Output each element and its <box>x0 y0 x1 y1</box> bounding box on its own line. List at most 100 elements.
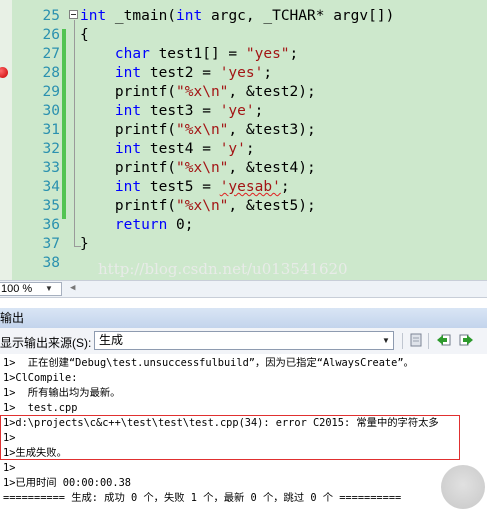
keyword-token: int <box>114 141 142 157</box>
code-token: printf( <box>80 198 177 214</box>
code-token: ; <box>245 141 255 157</box>
code-token: printf( <box>80 122 177 138</box>
output-line: 1>已用时间 00:00:00.38 <box>3 477 131 489</box>
code-token: , &test2); <box>228 84 316 100</box>
literal-token: "%x\n" <box>176 122 229 138</box>
code-token: ; <box>263 65 273 81</box>
next-message-icon[interactable] <box>458 332 474 348</box>
output-line: ========== 生成: 成功 0 个，失败 1 个，最新 0 个，跳过 0… <box>3 492 402 504</box>
code-line[interactable]: int test3 = 'ye'; <box>80 102 263 121</box>
code-token: _tmain( <box>106 8 177 24</box>
line-number: 31 <box>42 122 60 138</box>
changed-lines-indicator <box>62 29 66 219</box>
output-toolbar: 显示输出来源(S): 生成 ▼ <box>0 328 487 355</box>
line-number: 37 <box>42 236 60 252</box>
code-token: test4 = <box>141 141 220 157</box>
chevron-down-icon[interactable]: ▼ <box>45 283 53 295</box>
code-line[interactable]: int test5 = 'yesab'; <box>80 178 290 197</box>
collapse-icon[interactable] <box>69 10 78 19</box>
code-token: , &test5); <box>228 198 316 214</box>
line-number: 28 <box>42 65 60 81</box>
code-token: argc, _TCHAR* argv[]) <box>202 8 395 24</box>
keyword-token: int <box>176 8 203 24</box>
code-token: test3 = <box>141 103 220 119</box>
code-line[interactable]: int test2 = 'yes'; <box>80 64 272 83</box>
literal-token: 'yes' <box>219 65 264 81</box>
output-line: 1>ClCompile: <box>3 372 78 384</box>
line-number: 30 <box>42 103 60 119</box>
code-token: { <box>80 27 89 43</box>
line-number: 33 <box>42 160 60 176</box>
literal-token: "%x\n" <box>176 84 229 100</box>
keyword-token: char <box>114 46 150 62</box>
code-line[interactable]: int test4 = 'y'; <box>80 140 255 159</box>
literal-token: "%x\n" <box>176 160 229 176</box>
output-panel-title: 输出 <box>0 308 487 328</box>
toolbar-separator <box>402 333 403 349</box>
code-editor[interactable]: 25 26 27 28 29 30 31 32 33 34 35 36 37 38 int _tmain(… <box>0 0 487 280</box>
line-number: 26 <box>42 27 60 43</box>
output-line: 1> 所有输出均为最新。 <box>3 387 121 399</box>
outline-guide <box>74 20 75 246</box>
line-number: 36 <box>42 217 60 233</box>
literal-token: 'ye' <box>219 103 255 119</box>
code-token: 0; <box>167 217 194 233</box>
code-token: ; <box>289 46 299 62</box>
code-line[interactable]: } <box>80 235 89 254</box>
breakpoint-margin[interactable] <box>0 0 12 280</box>
line-number: 38 <box>42 255 60 271</box>
keyword-token: int <box>114 65 142 81</box>
output-line: 1> <box>3 462 16 474</box>
code-token: } <box>80 236 89 252</box>
code-line[interactable]: char test1[] = "yes"; <box>80 45 298 64</box>
find-message-icon[interactable] <box>408 332 424 348</box>
watermark-logo-icon <box>441 465 485 509</box>
code-line[interactable]: return 0; <box>80 216 194 235</box>
error-highlight-box <box>0 415 460 460</box>
code-line[interactable]: printf("%x\n", &test2); <box>80 83 316 102</box>
literal-token: 'y' <box>219 141 246 157</box>
previous-message-icon[interactable] <box>436 332 452 348</box>
code-line[interactable]: printf("%x\n", &test4); <box>80 159 316 178</box>
scroll-left-icon[interactable]: ◀ <box>70 283 75 293</box>
code-token: test2 = <box>141 65 220 81</box>
code-token: ; <box>254 103 264 119</box>
literal-token: "yes" <box>245 46 290 62</box>
code-token: printf( <box>80 160 177 176</box>
code-line[interactable]: printf("%x\n", &test3); <box>80 121 316 140</box>
line-number: 35 <box>42 198 60 214</box>
output-source-select[interactable]: 生成 ▼ <box>94 331 394 350</box>
literal-token: "%x\n" <box>176 198 229 214</box>
code-line[interactable]: int _tmain(int argc, _TCHAR* argv[]) <box>80 7 394 26</box>
code-token: , &test4); <box>228 160 316 176</box>
code-line[interactable]: printf("%x\n", &test5); <box>80 197 316 216</box>
output-source-label: 显示输出来源(S): <box>0 336 92 350</box>
output-line: 1> test.cpp <box>3 402 78 414</box>
code-token: ; <box>280 179 290 195</box>
editor-status-strip: 100 % ▼ ◀ <box>0 280 487 298</box>
watermark-text: http://blog.csdn.net/u013541620 <box>98 260 348 278</box>
line-number: 25 <box>42 8 60 24</box>
chevron-down-icon[interactable]: ▼ <box>379 332 393 349</box>
line-number: 27 <box>42 46 60 62</box>
code-line[interactable]: { <box>80 26 89 45</box>
keyword-token: int <box>114 103 142 119</box>
zoom-combobox[interactable]: 100 % ▼ <box>0 282 62 296</box>
code-token: test5 = <box>141 179 220 195</box>
line-number: 29 <box>42 84 60 100</box>
keyword-token: int <box>80 8 107 24</box>
line-number: 32 <box>42 141 60 157</box>
keyword-token: int <box>114 179 142 195</box>
keyword-token: return <box>114 217 168 233</box>
output-line: 1> 正在创建“Debug\test.unsuccessfulbuild”，因为… <box>3 357 414 369</box>
output-source-value: 生成 <box>99 333 124 347</box>
literal-token: 'yesab' <box>219 179 281 195</box>
code-token: , &test3); <box>228 122 316 138</box>
code-token: printf( <box>80 84 177 100</box>
